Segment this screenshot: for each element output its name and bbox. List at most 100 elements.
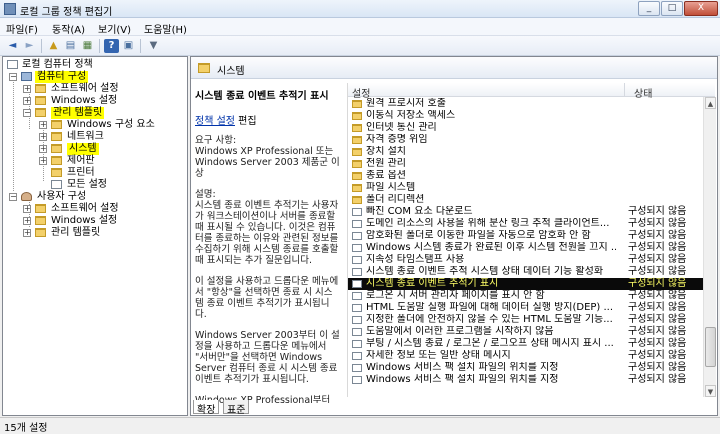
collapse-toggle[interactable]: − (23, 109, 31, 117)
menu-action[interactable]: 동작(A) (52, 21, 85, 36)
policy-setting-icon (352, 208, 362, 216)
list-item-setting[interactable]: 자세한 정보 또는 일반 상태 메시지 구성되지 않음 (348, 350, 704, 362)
edit-policy-link[interactable]: 정책 설정 (195, 116, 235, 127)
list-item-setting[interactable]: Windows 시스템 종료가 완료된 이후 시스템 전원을 끄지 ... 구성되… (348, 242, 704, 254)
filter-icon[interactable]: ▼ (146, 39, 161, 53)
list-item-setting[interactable]: 빠진 COM 요소 다운로드 구성되지 않음 (348, 206, 704, 218)
tree-line (13, 73, 14, 191)
setting-name: 시스템 종료 이벤트 추적기 표시 (366, 278, 499, 289)
expand-toggle[interactable]: + (39, 157, 47, 165)
list-item-folder[interactable]: 폴더 리디렉션 (348, 194, 704, 206)
expand-toggle[interactable]: + (39, 133, 47, 141)
setting-name: 전원 관리 (366, 158, 406, 169)
setting-state: 구성되지 않음 (628, 242, 687, 253)
settings-list: 설정 상태 원격 프로시저 호출 이동식 저장소 액세스 인터넷 통신 관리 자격 증… (347, 83, 715, 397)
list-item-folder[interactable]: 인터넷 통신 관리 (348, 122, 704, 134)
expand-toggle[interactable]: + (39, 121, 47, 129)
list-item-setting[interactable]: HTML 도움말 실행 파일에 대해 데이터 실행 방지(DEP) ... 구성되… (348, 302, 704, 314)
menu-view[interactable]: 보기(V) (98, 21, 131, 36)
vertical-scrollbar[interactable]: ▲ ▼ (703, 97, 716, 397)
pane-header: 시스템 (191, 57, 717, 79)
setting-name: 자세한 정보 또는 일반 상태 메시지 (366, 350, 511, 361)
list-item-setting[interactable]: 지속성 타임스탬프 사용 구성되지 않음 (348, 254, 704, 266)
setting-state: 구성되지 않음 (628, 374, 687, 385)
list-item-folder[interactable]: 장치 설치 (348, 146, 704, 158)
back-icon[interactable]: ◄ (5, 39, 20, 53)
policy-setting-icon (352, 328, 362, 336)
menu-help[interactable]: 도움말(H) (144, 21, 187, 36)
list-item-setting[interactable]: 로그온 시 서버 관리자 페이지를 표시 안 함 구성되지 않음 (348, 290, 704, 302)
minimize-button[interactable]: _ (638, 1, 660, 16)
policy-setting-icon (352, 292, 362, 300)
forward-icon[interactable]: ► (22, 39, 37, 53)
gpedit-app-icon (4, 3, 16, 15)
list-item-folder[interactable]: 종료 옵션 (348, 170, 704, 182)
expand-toggle[interactable]: + (39, 145, 47, 153)
setting-state: 구성되지 않음 (628, 218, 687, 229)
export-list-icon[interactable]: ▦ (80, 39, 95, 53)
list-item-folder[interactable]: 원격 프로시저 호출 (348, 98, 704, 110)
close-button[interactable]: X (684, 1, 718, 16)
scroll-down-arrow[interactable]: ▼ (705, 385, 716, 397)
setting-name: Windows 서비스 팩 설치 파일의 위치를 지정 (366, 374, 559, 385)
show-hide-tree-icon[interactable]: ▤ (63, 39, 78, 53)
folder-icon (51, 132, 62, 141)
setting-name: 시스템 종료 이벤트 추적 시스템 상태 데이터 기능 활성화 (366, 266, 604, 277)
status-bar: 15개 설정 (0, 417, 720, 434)
list-item-setting[interactable]: 도메인 리소스의 사용을 위해 분산 링크 추적 클라이언트... 구성되지 않음 (348, 218, 704, 230)
column-divider[interactable] (624, 83, 625, 97)
toolbar-separator (140, 39, 141, 53)
setting-name: 부팅 / 시스템 종료 / 로그온 / 로그오프 상태 메시지 표시 ... (366, 338, 614, 349)
details-pane: 시스템 시스템 종료 이벤트 추적기 표시 정책 설정 편집 요구 사항: Wi… (190, 56, 718, 416)
list-item-setting[interactable]: Windows 서비스 팩 설치 파일의 위치를 지정 구성되지 않음 (348, 362, 704, 374)
list-item-setting[interactable]: 도움말에서 이러한 프로그램을 시작하지 않음 구성되지 않음 (348, 326, 704, 338)
description-para-3: Windows Server 2003부터 이 설정을 사용하고 드롭다운 메뉴… (195, 330, 340, 385)
menu-file[interactable]: 파일(F) (6, 21, 38, 36)
properties-icon[interactable]: ▣ (121, 39, 136, 53)
setting-name: HTML 도움말 실행 파일에 대해 데이터 실행 방지(DEP) ... (366, 302, 614, 313)
setting-name: 원격 프로시저 호출 (366, 98, 446, 109)
policy-setting-icon (352, 376, 362, 384)
list-item-setting[interactable]: 암호화된 폴더로 이동한 파일을 자동으로 암호화 안 함 구성되지 않음 (348, 230, 704, 242)
setting-state: 구성되지 않음 (628, 302, 687, 313)
setting-state: 구성되지 않음 (628, 254, 687, 265)
collapse-toggle[interactable]: − (9, 193, 17, 201)
expand-toggle[interactable]: + (23, 229, 31, 237)
list-item-setting[interactable]: 시스템 종료 이벤트 추적기 표시 구성되지 않음 (348, 277, 705, 291)
collapse-toggle[interactable]: − (9, 73, 17, 81)
maximize-button[interactable]: □ (661, 1, 683, 16)
edit-suffix: 편집 (234, 116, 257, 127)
list-item-folder[interactable]: 전원 관리 (348, 158, 704, 170)
list-item-setting[interactable]: 지정한 폴더에 안전하지 않을 수 있는 HTML 도움말 기능... 구성되지 … (348, 314, 704, 326)
setting-state: 구성되지 않음 (628, 350, 687, 361)
tab-extended[interactable]: 확장 (193, 400, 220, 415)
folder-icon (352, 124, 362, 132)
window-title: 로컬 그룹 정책 편집기 (20, 7, 113, 18)
list-item-folder[interactable]: 이동식 저장소 액세스 (348, 110, 704, 122)
list-item-setting[interactable]: Windows 서비스 팩 설치 파일의 위치를 지정 구성되지 않음 (348, 374, 704, 386)
tab-standard[interactable]: 표준 (223, 400, 250, 415)
scroll-up-arrow[interactable]: ▲ (705, 97, 716, 109)
folder-icon (352, 148, 362, 156)
list-item-setting[interactable]: 부팅 / 시스템 종료 / 로그온 / 로그오프 상태 메시지 표시 ... 구성… (348, 338, 704, 350)
scroll-thumb[interactable] (705, 327, 716, 367)
list-item-folder[interactable]: 파일 시스템 (348, 182, 704, 194)
settings-icon (51, 180, 62, 189)
policy-setting-icon (352, 364, 362, 372)
up-folder-icon[interactable]: ▲ (46, 39, 61, 53)
list-item-folder[interactable]: 자격 증명 위임 (348, 134, 704, 146)
help-icon[interactable]: ? (104, 39, 119, 53)
expand-toggle[interactable]: + (23, 97, 31, 105)
expand-toggle[interactable]: + (23, 217, 31, 225)
expand-toggle[interactable]: + (23, 205, 31, 213)
list-item-setting[interactable]: 시스템 종료 이벤트 추적 시스템 상태 데이터 기능 활성화 구성되지 않음 (348, 266, 704, 278)
setting-name: 인터넷 통신 관리 (366, 122, 437, 133)
expand-toggle[interactable]: + (23, 85, 31, 93)
edit-policy-line: 정책 설정 편집 (195, 112, 341, 127)
policy-setting-icon (352, 304, 362, 312)
setting-state: 구성되지 않음 (628, 326, 687, 337)
folder-icon (352, 112, 362, 120)
folder-icon (352, 160, 362, 168)
policy-doc-icon (7, 60, 18, 69)
setting-state: 구성되지 않음 (628, 290, 687, 301)
